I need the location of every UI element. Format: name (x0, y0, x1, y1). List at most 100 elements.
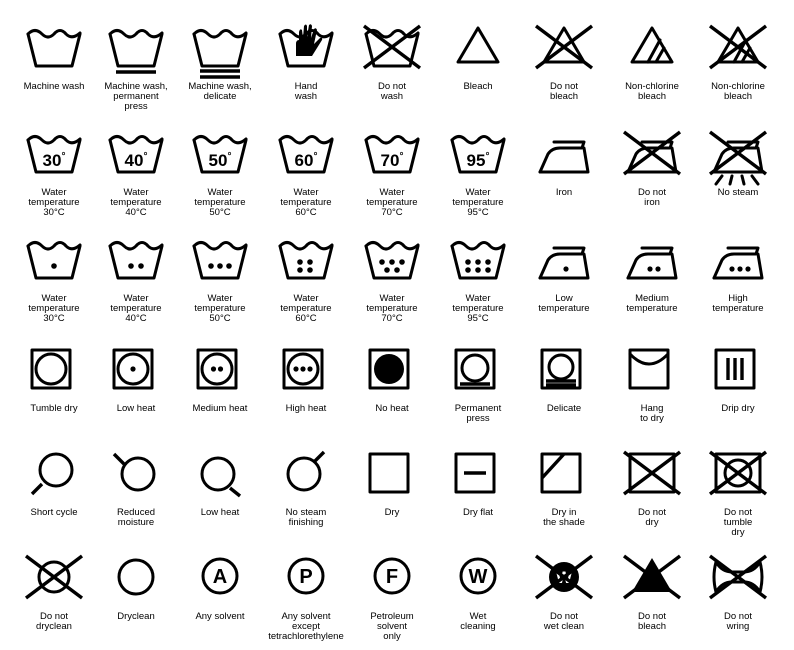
care-symbol: Medium temperature (609, 234, 695, 314)
care-symbol: Delicate (521, 344, 607, 414)
care-symbol-label: Water temperature 30°C (28, 293, 80, 324)
care-symbol: Do not wash (349, 22, 435, 102)
tumble-dry-icon (11, 344, 97, 400)
care-symbol-label: Dryclean (117, 611, 155, 622)
care-symbol: Bleach (435, 22, 521, 92)
care-symbol: Tumble dry (11, 344, 97, 414)
bleach-icon (435, 22, 521, 78)
care-symbol-label: No steam (717, 187, 759, 198)
svg-text:W: W (469, 566, 488, 588)
wash-50-icon: 50° (177, 128, 263, 184)
tumble-dry-delicate-icon (521, 344, 607, 400)
iron-medium-icon (609, 234, 695, 290)
svg-text:40°: 40° (125, 151, 148, 170)
svg-text:50°: 50° (209, 151, 232, 170)
care-symbol: Hand wash (263, 22, 349, 102)
care-symbol: W Wet cleaning (435, 552, 521, 632)
hand-wash-icon (263, 22, 349, 78)
svg-text:60°: 60° (295, 151, 318, 170)
care-symbol-label: Water temperature 60°C (280, 187, 332, 218)
care-symbol: High heat (263, 344, 349, 414)
care-symbol-label: Water temperature 40°C (110, 293, 162, 324)
care-symbol-label: Do not tumble dry (723, 507, 753, 538)
tumble-dry-low-heat-icon (93, 344, 179, 400)
svg-text:F: F (386, 566, 398, 588)
care-symbol-label: Water temperature 50°C (194, 187, 246, 218)
svg-text:A: A (213, 566, 227, 588)
care-symbol: Do not dryclean (11, 552, 97, 632)
machine-wash-permanent-press-icon (93, 22, 179, 78)
wash-three-dots-icon (177, 234, 263, 290)
wet-cleaning-icon: W (435, 552, 521, 608)
care-symbol-label: Tumble dry (30, 403, 78, 414)
care-symbol: No steam (695, 128, 781, 198)
care-symbol: Drip dry (695, 344, 781, 414)
care-symbol: W Do not wet clean (521, 552, 607, 632)
care-symbol-label: High heat (285, 403, 327, 414)
do-not-bleach-filled-icon (609, 552, 695, 608)
do-not-wring-icon (695, 552, 781, 608)
care-symbol: Machine wash, delicate (177, 22, 263, 102)
care-symbol-label: Low heat (116, 403, 156, 414)
wash-95-icon: 95° (435, 128, 521, 184)
care-symbol-label: Water temperature 70°C (366, 293, 418, 324)
svg-text:70°: 70° (381, 151, 404, 170)
machine-wash-delicate-icon (177, 22, 263, 79)
care-symbol-label: Bleach (463, 81, 493, 92)
care-symbol: P Any solvent except tetrachlorethylene (263, 552, 349, 642)
care-symbol: Short cycle (11, 448, 97, 518)
care-symbol: Do not wring (695, 552, 781, 632)
care-symbol-label: Dry flat (462, 507, 494, 518)
care-symbol-label: Non-chlorine bleach (625, 81, 679, 102)
tumble-dry-high-heat-icon (263, 344, 349, 400)
care-symbol: Dry flat (435, 448, 521, 518)
wash-four-dots-icon (263, 234, 349, 290)
care-symbol-label: Water temperature 30°C (28, 187, 80, 218)
care-symbol: Machine wash (11, 22, 97, 92)
care-symbol-label: Water temperature 70°C (366, 187, 418, 218)
care-symbol: Water temperature 60°C (263, 234, 349, 324)
care-symbol-label: Hang to dry (640, 403, 664, 424)
care-symbol: Low temperature (521, 234, 607, 314)
care-symbol: Reduced moisture (93, 448, 179, 528)
care-symbol-label: Non-chlorine bleach (711, 81, 765, 102)
care-symbol: F Petroleum solvent only (349, 552, 435, 642)
do-not-wet-clean-icon: W (521, 552, 607, 608)
care-symbol: Do not bleach (521, 22, 607, 102)
no-non-chlorine-bleach-icon (695, 22, 781, 78)
tumble-dry-permanent-press-icon (435, 344, 521, 400)
any-solvent-icon: A (177, 552, 263, 608)
petroleum-solvent-icon: F (349, 552, 435, 608)
do-not-tumble-dry-icon (695, 448, 781, 504)
care-symbol-label: Do not wring (724, 611, 752, 632)
machine-wash-icon (11, 22, 97, 78)
care-symbol: 70° Water temperature 70°C (349, 128, 435, 218)
no-steam-icon (695, 128, 781, 186)
care-symbol: Do not dry (609, 448, 695, 528)
care-symbol-label: Hand wash (294, 81, 318, 102)
care-symbol: Non-chlorine bleach (609, 22, 695, 102)
do-not-bleach-icon (521, 22, 607, 78)
care-symbol: 50° Water temperature 50°C (177, 128, 263, 218)
hang-to-dry-icon (609, 344, 695, 400)
care-symbol-label: Machine wash, permanent press (104, 81, 168, 112)
care-symbol-label: Do not bleach (550, 81, 578, 102)
care-symbol: Water temperature 30°C (11, 234, 97, 324)
care-symbol-label: Short cycle (30, 507, 78, 518)
care-symbol-label: Any solvent except tetrachlorethylene (268, 611, 344, 642)
drip-dry-icon (695, 344, 781, 400)
care-symbol: Permanent press (435, 344, 521, 424)
non-chlorine-bleach-icon (609, 22, 695, 78)
care-symbol-label: Dry in the shade (543, 507, 585, 528)
care-symbol-label: Do not wet clean (543, 611, 585, 632)
wash-five-dots-icon (349, 234, 435, 290)
iron-icon (521, 128, 607, 184)
care-symbol-label: Water temperature 95°C (452, 187, 504, 218)
wash-one-dot-icon (11, 234, 97, 290)
dryclean-icon (93, 552, 179, 608)
care-symbol-label: Any solvent (195, 611, 245, 622)
tumble-dry-medium-heat-icon (177, 344, 263, 400)
wash-40-icon: 40° (93, 128, 179, 184)
care-symbol: 40° Water temperature 40°C (93, 128, 179, 218)
care-symbol-label: No steam finishing (285, 507, 327, 528)
